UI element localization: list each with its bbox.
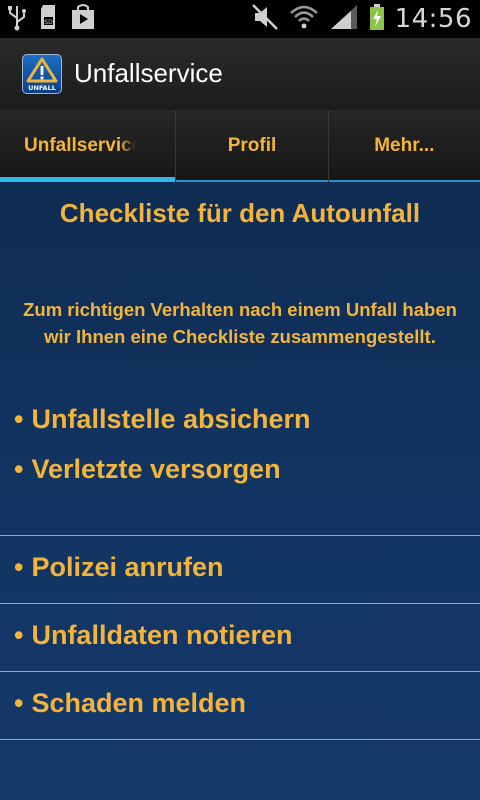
status-bar: SD 14:56 [0, 0, 480, 38]
checklist-item-label: Unfalldaten notieren [31, 620, 293, 650]
action-bar: UNFALL Unfallservice [0, 38, 480, 111]
intro-text: Zum richtigen Verhalten nach einem Unfal… [0, 296, 480, 350]
bullet: • [14, 404, 24, 434]
warning-triangle-icon[interactable]: UNFALL [22, 54, 62, 94]
bullet: • [14, 552, 24, 582]
sd-card-icon: SD [38, 3, 60, 36]
checklist-item[interactable]: • Schaden melden [14, 688, 246, 719]
bullet: • [14, 620, 24, 650]
checklist-item[interactable]: • Unfalldaten notieren [14, 620, 292, 651]
checklist-item-label: Polizei anrufen [31, 552, 224, 582]
checklist-item-label: Verletzte versorgen [31, 454, 281, 484]
intro-line: wir Ihnen eine Checkliste zusammengestel… [44, 326, 436, 347]
tab-label: Mehr... [374, 135, 435, 156]
divider [0, 535, 480, 536]
intro-line: Zum richtigen Verhalten nach einem Unfal… [23, 299, 457, 320]
bullet: • [14, 454, 24, 484]
divider [0, 739, 480, 740]
divider [0, 603, 480, 604]
usb-icon [6, 3, 28, 36]
battery-charging-icon [369, 3, 385, 36]
checklist-item-label: Unfallstelle absichern [31, 404, 311, 434]
tab-label: Unfallservice [24, 135, 136, 156]
page-title: Checkliste für den Autounfall [59, 198, 421, 228]
wifi-icon [289, 3, 319, 36]
checklist-item-label: Schaden melden [31, 688, 247, 718]
checklist-item[interactable]: • Verletzte versorgen [14, 454, 281, 485]
signal-icon [329, 3, 359, 36]
checklist-item[interactable]: • Unfallstelle absichern [14, 404, 311, 435]
svg-text:SD: SD [44, 19, 53, 26]
status-clock: 14:56 [394, 4, 472, 34]
play-store-icon [70, 3, 96, 36]
checklist-content: Checkliste für den Autounfall Zum richti… [0, 182, 480, 800]
bullet: • [14, 688, 24, 718]
tab-label: Profil [227, 135, 277, 156]
app-icon-label: UNFALL [28, 84, 56, 92]
checklist-item[interactable]: • Polizei anrufen [14, 552, 224, 583]
app-title: Unfallservice [74, 58, 223, 88]
tab-mehr[interactable]: Mehr... [328, 110, 480, 182]
divider [0, 671, 480, 672]
tab-profil[interactable]: Profil [176, 110, 329, 182]
mute-icon [251, 3, 279, 36]
tab-unfallservice[interactable]: Unfallservice [0, 110, 177, 182]
tab-bar: Unfallservice Profil Mehr... [0, 110, 480, 182]
